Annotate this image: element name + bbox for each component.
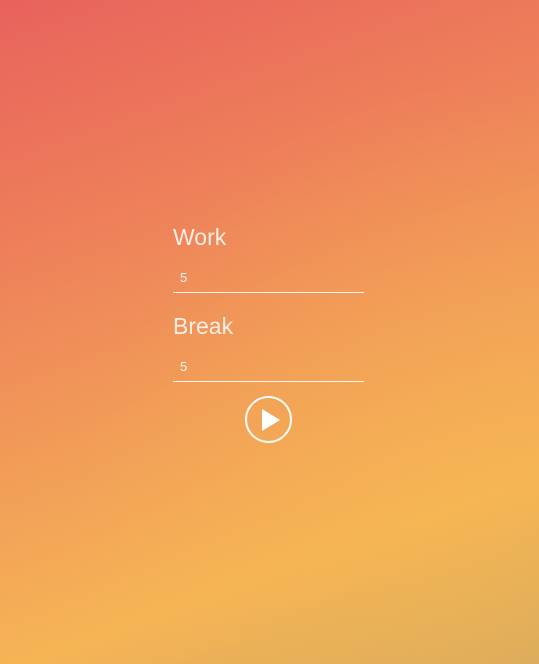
timer-settings-panel: Work Break bbox=[173, 222, 364, 382]
work-label: Work bbox=[173, 224, 227, 250]
break-duration-input[interactable] bbox=[173, 354, 364, 378]
start-timer-button[interactable] bbox=[245, 396, 292, 443]
play-icon bbox=[261, 408, 280, 431]
work-duration-input[interactable] bbox=[173, 265, 364, 289]
work-field-wrapper bbox=[173, 265, 364, 293]
break-label: Break bbox=[173, 313, 234, 339]
break-field-wrapper bbox=[173, 354, 364, 382]
